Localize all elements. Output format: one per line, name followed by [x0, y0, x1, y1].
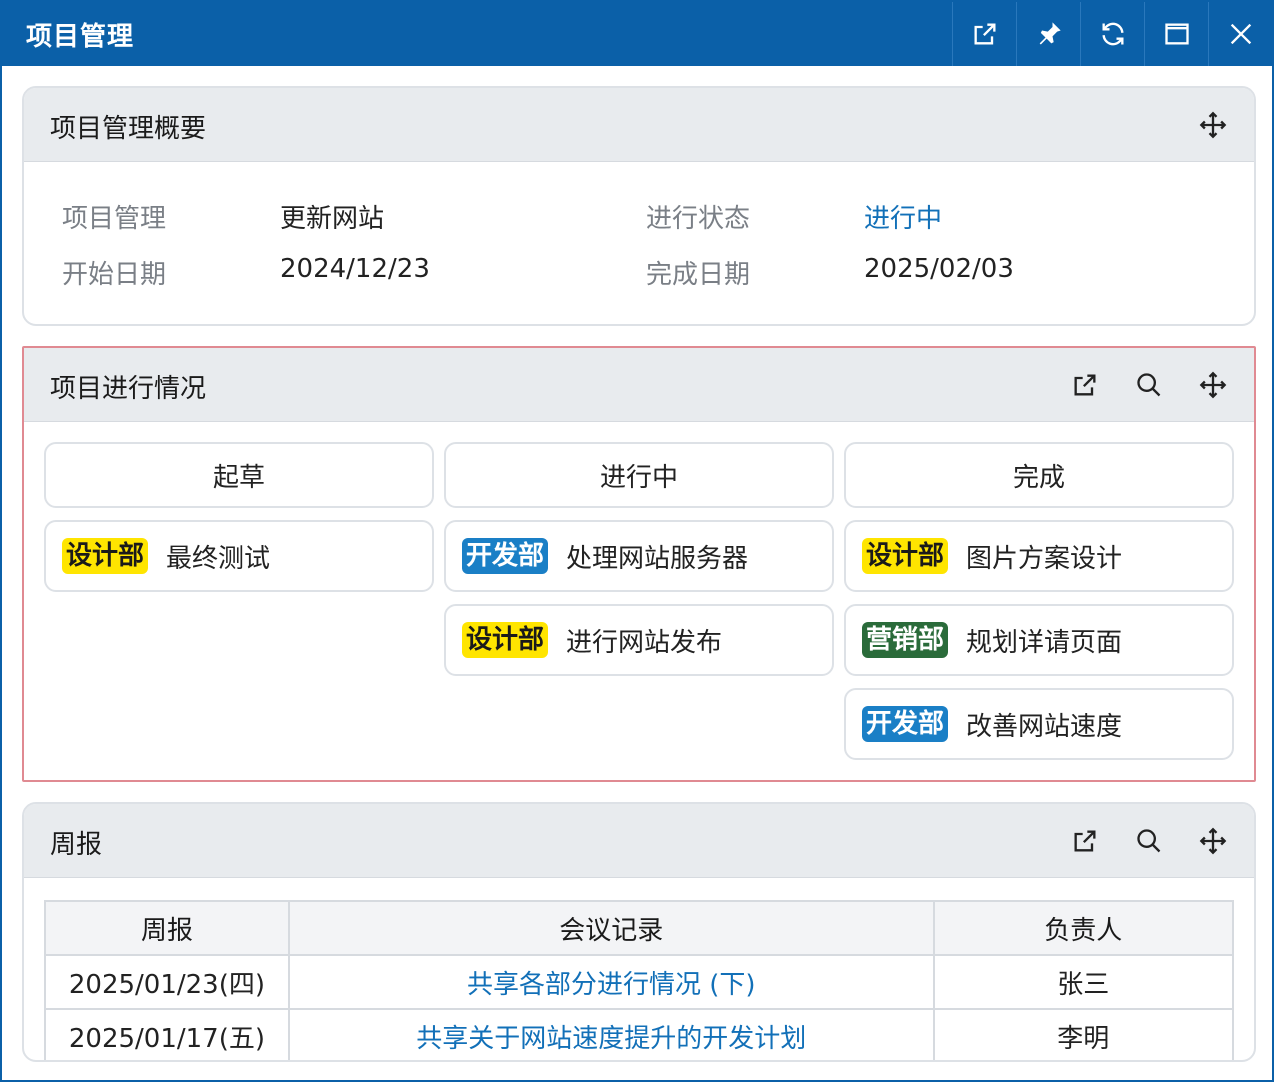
- search-button[interactable]: [1132, 824, 1166, 858]
- report-date: 2025/01/23(四): [44, 954, 290, 1010]
- meeting-note-link[interactable]: 共享关于网站速度提升的开发计划: [416, 1024, 806, 1054]
- report-owner: 张三: [932, 954, 1235, 1010]
- task-title: 规划详请页面: [966, 627, 1123, 658]
- dept-badge: 开发部: [862, 706, 949, 742]
- start-date-value: 2024/12/23: [280, 254, 430, 284]
- task-card[interactable]: 设计部 进行网站发布: [444, 604, 834, 676]
- column-in-progress: 进行中 开发部 处理网站服务器 设计部 进行网站发布: [444, 442, 834, 676]
- dept-badge: 设计部: [462, 622, 549, 658]
- meeting-note-cell: 共享关于网站速度提升的开发计划: [287, 1008, 935, 1060]
- dept-badge: 营销部: [862, 622, 949, 658]
- overview-tools: [1196, 108, 1230, 142]
- title-bar: 项目管理: [2, 2, 1272, 66]
- move-icon: [1199, 371, 1227, 399]
- status-label: 进行状态: [646, 204, 751, 234]
- meeting-note-cell: 共享各部分进行情况 (下): [287, 954, 935, 1010]
- progress-panel: 项目进行情况 起草 设计部 最终测试 进行中 开发部 处理网站服务器 设计部 进…: [22, 346, 1256, 782]
- column-header: 周报: [44, 900, 290, 956]
- report-date: 2025/01/17(五): [44, 1008, 290, 1060]
- column-header: 起草: [44, 442, 434, 508]
- refresh-icon: [1102, 22, 1123, 46]
- progress-header: 项目进行情况: [24, 348, 1254, 422]
- project-window: 项目管理 项目管理概要 项目管理 更新网站 进行状态 进行中 开始日期 2024…: [0, 0, 1274, 1082]
- popout-button[interactable]: [1068, 368, 1102, 402]
- overview-header: 项目管理概要: [24, 88, 1254, 162]
- task-title: 最终测试: [166, 543, 271, 574]
- external-link-icon: [1074, 374, 1096, 396]
- progress-tools: [1068, 368, 1230, 402]
- window-title: 项目管理: [26, 22, 135, 52]
- refresh-button[interactable]: [1080, 2, 1144, 66]
- column-header: 会议记录: [287, 900, 935, 956]
- dept-badge: 开发部: [462, 538, 549, 574]
- move-icon: [1199, 111, 1227, 139]
- report-owner: 李明: [932, 1008, 1235, 1060]
- external-link-icon: [974, 23, 995, 45]
- status-value: 进行中: [864, 204, 943, 234]
- close-icon: [1230, 23, 1251, 45]
- overview-info: 项目管理 更新网站 进行状态 进行中 开始日期 2024/12/23 完成日期 …: [62, 198, 1222, 310]
- move-handle[interactable]: [1196, 368, 1230, 402]
- window-controls: [952, 2, 1272, 66]
- overview-title: 项目管理概要: [50, 114, 207, 144]
- move-handle[interactable]: [1196, 824, 1230, 858]
- progress-title: 项目进行情况: [50, 374, 207, 404]
- table-row: 2025/01/17(五) 共享关于网站速度提升的开发计划 李明: [44, 1008, 1235, 1060]
- weekly-panel: 周报 周报 会议记录 负责人 2025/01/23(四) 共享各部分进行情况 (…: [22, 802, 1256, 1062]
- column-draft: 起草 设计部 最终测试: [44, 442, 434, 592]
- column-header: 进行中: [444, 442, 834, 508]
- project-label: 项目管理: [62, 204, 167, 234]
- pin-icon: [1039, 22, 1061, 45]
- table-row: 2025/01/23(四) 共享各部分进行情况 (下) 张三: [44, 954, 1235, 1010]
- task-card[interactable]: 营销部 规划详请页面: [844, 604, 1234, 676]
- maximize-icon: [1164, 23, 1189, 45]
- task-card[interactable]: 设计部 图片方案设计: [844, 520, 1234, 592]
- end-date-label: 完成日期: [646, 260, 751, 290]
- task-title: 图片方案设计: [966, 543, 1123, 574]
- weekly-title: 周报: [50, 830, 103, 860]
- info-row: 项目管理 更新网站 进行状态 进行中: [62, 198, 1222, 254]
- weekly-header: 周报: [24, 804, 1254, 878]
- dept-badge: 设计部: [62, 538, 149, 574]
- close-button[interactable]: [1208, 2, 1272, 66]
- meeting-note-link[interactable]: 共享各部分进行情况 (下): [467, 970, 756, 1000]
- column-done: 完成 设计部 图片方案设计 营销部 规划详请页面 开发部 改善网站速度: [844, 442, 1234, 760]
- search-button[interactable]: [1132, 368, 1166, 402]
- task-card[interactable]: 开发部 改善网站速度: [844, 688, 1234, 760]
- external-link-icon: [1074, 830, 1096, 852]
- pin-button[interactable]: [1016, 2, 1080, 66]
- weekly-table: 周报 会议记录 负责人 2025/01/23(四) 共享各部分进行情况 (下) …: [44, 900, 1235, 1060]
- end-date-value: 2025/02/03: [864, 254, 1014, 284]
- dept-badge: 设计部: [862, 538, 949, 574]
- weekly-tools: [1068, 824, 1230, 858]
- table-header-row: 周报 会议记录 负责人: [44, 900, 1235, 956]
- task-title: 改善网站速度: [966, 711, 1123, 742]
- search-icon: [1137, 373, 1161, 397]
- column-header: 负责人: [932, 900, 1235, 956]
- move-icon: [1199, 827, 1227, 855]
- task-title: 处理网站服务器: [566, 543, 749, 574]
- task-title: 进行网站发布: [566, 627, 723, 658]
- start-date-label: 开始日期: [62, 260, 167, 290]
- maximize-button[interactable]: [1144, 2, 1208, 66]
- move-handle[interactable]: [1196, 108, 1230, 142]
- info-row: 开始日期 2024/12/23 完成日期 2025/02/03: [62, 254, 1222, 310]
- popout-button[interactable]: [1068, 824, 1102, 858]
- task-card[interactable]: 设计部 最终测试: [44, 520, 434, 592]
- task-card[interactable]: 开发部 处理网站服务器: [444, 520, 834, 592]
- column-header: 完成: [844, 442, 1234, 508]
- project-value: 更新网站: [280, 204, 385, 234]
- search-icon: [1137, 829, 1161, 853]
- popout-button[interactable]: [952, 2, 1016, 66]
